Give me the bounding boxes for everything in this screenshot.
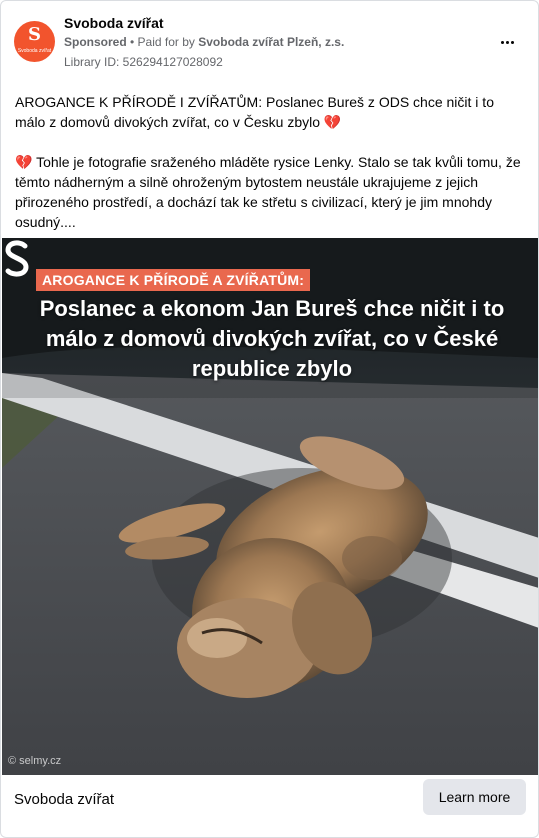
avatar-caption: Svoboda zvířat xyxy=(17,48,52,54)
page-avatar[interactable]: S Svoboda zvířat xyxy=(14,21,55,62)
post-body: AROGANCE K PŘÍRODĚ I ZVÍŘATŮM: Poslanec … xyxy=(15,92,527,252)
image-headline: Poslanec a ekonom Jan Bureš chce ničit i… xyxy=(39,296,505,381)
ad-image[interactable]: AROGANCE K PŘÍRODĚ A ZVÍŘATŮM: Poslanec … xyxy=(2,238,538,775)
ad-card: S Svoboda zvířat Svoboda zvířat Sponsore… xyxy=(0,0,539,838)
paid-for-by-link[interactable]: Svoboda zvířat Plzeň, z.s. xyxy=(198,35,344,49)
paid-for-prefix: Paid for by xyxy=(137,35,199,49)
meta-separator: • xyxy=(126,35,138,49)
avatar-letter: S xyxy=(28,24,41,45)
library-id: Library ID: 526294127028092 xyxy=(64,55,223,69)
paragraph-1-text: AROGANCE K PŘÍRODĚ I ZVÍŘATŮM: Poslanec … xyxy=(15,94,494,130)
more-options-button[interactable] xyxy=(494,29,520,55)
ad-footer: Svoboda zvířat Learn more xyxy=(1,775,538,837)
broken-heart-icon: 💔 xyxy=(15,154,33,170)
sponsored-label: Sponsored xyxy=(64,35,127,49)
body-paragraph-2: 💔 Tohle je fotografie sraženého mláděte … xyxy=(15,152,527,232)
footer-page-name[interactable]: Svoboda zvířat xyxy=(14,791,114,808)
learn-more-button[interactable]: Learn more xyxy=(423,779,526,815)
post-header: S Svoboda zvířat Svoboda zvířat Sponsore… xyxy=(1,1,538,81)
image-watermark: © selmy.cz xyxy=(8,755,62,767)
brand-logo-icon xyxy=(5,240,29,277)
sponsor-meta: Sponsored • Paid for by Svoboda zvířat P… xyxy=(64,35,344,49)
banner-tag: AROGANCE K PŘÍRODĚ A ZVÍŘATŮM: xyxy=(36,269,311,291)
broken-heart-icon: 💔 xyxy=(323,114,342,130)
body-paragraph-1: AROGANCE K PŘÍRODĚ I ZVÍŘATŮM: Poslanec … xyxy=(15,92,527,132)
page-name-link[interactable]: Svoboda zvířat xyxy=(64,15,164,31)
paragraph-2-text: Tohle je fotografie sraženého mláděte ry… xyxy=(15,154,521,230)
more-horizontal-icon xyxy=(500,40,515,44)
